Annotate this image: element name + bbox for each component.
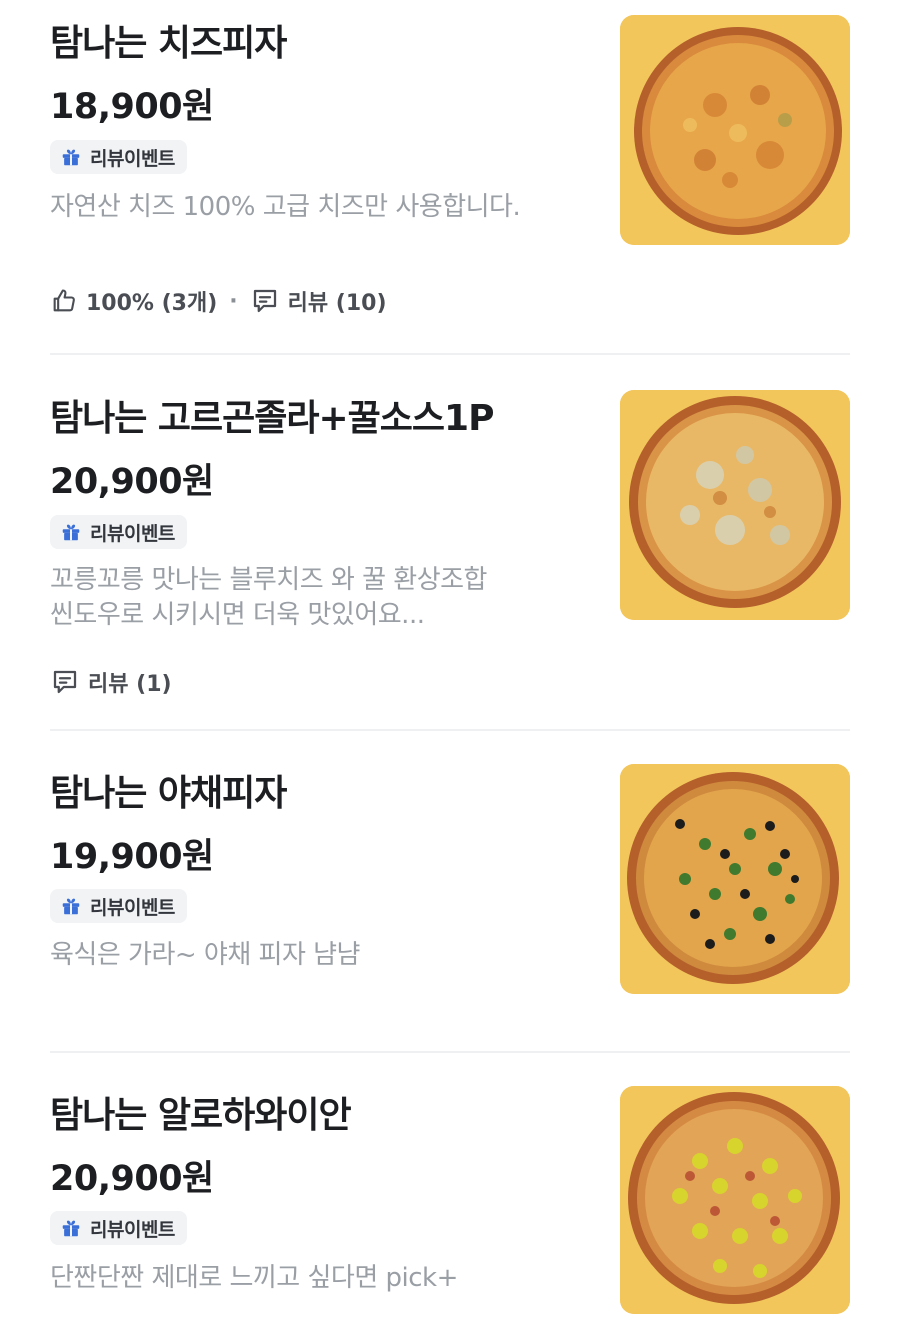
menu-item-meta: 리뷰 (1) [50,664,172,700]
comment-icon [53,670,77,694]
rating-text: 100% (3개) [86,291,218,316]
menu-item-name: 탐나는 알로하와이안 [50,1095,352,1136]
comment-icon [253,289,276,313]
menu-item-vegetable-pizza[interactable]: 탐나는 야채피자 19,900원 리뷰이벤트 육식은 가라~ 야채 피자 냠냠 [0,731,900,1051]
menu-item-description: 육식은 가라~ 야채 피자 냠냠 [50,938,590,973]
review-event-badge: 리뷰이벤트 [50,140,187,174]
gift-icon [62,149,80,166]
menu-item-cheese-pizza[interactable]: 탐나는 치즈피자 18,900원 리뷰이벤트 자연산 치즈 100% 고급 치즈… [0,0,900,354]
menu-item-thumbnail [620,1086,850,1314]
menu-item-hawaiian-pizza[interactable]: 탐나는 알로하와이안 20,900원 리뷰이벤트 단짠단짠 제대로 느끼고 싶다… [0,1053,900,1331]
review-event-badge: 리뷰이벤트 [50,1211,187,1245]
review-text: 리뷰 (10) [287,291,387,316]
description-line: 단짠단짠 제대로 느끼고 싶다면 pick+ [50,1263,458,1293]
meta-separator: · [229,288,238,314]
menu-item-description: 꼬릉꼬릉 맛나는 블루치즈 와 꿀 환상조합 씬도우로 시키시면 더욱 맛있어요… [50,563,590,633]
menu-item-thumbnail [620,390,850,620]
pizza-image [620,764,850,994]
badge-label: 리뷰이벤트 [90,522,175,545]
gift-icon [62,524,80,541]
pizza-image [620,1086,850,1314]
menu-item-thumbnail [620,764,850,994]
menu-item-price: 18,900원 [50,87,214,127]
gift-icon [62,1220,80,1237]
menu-item-price: 19,900원 [50,837,214,877]
menu-item-gorgonzola-pizza[interactable]: 탐나는 고르곤졸라+꿀소스1P 20,900원 리뷰이벤트 꼬릉꼬릉 맛나는 블… [0,355,900,729]
description-line: 꼬릉꼬릉 맛나는 블루치즈 와 꿀 환상조합 [50,565,487,595]
menu-list: 탐나는 치즈피자 18,900원 리뷰이벤트 자연산 치즈 100% 고급 치즈… [0,0,900,1331]
review-event-badge: 리뷰이벤트 [50,889,187,923]
review-stat: 리뷰 (10) [250,285,387,317]
description-line: 육식은 가라~ 야채 피자 냠냠 [50,940,360,970]
description-line: 씬도우로 시키시면 더욱 맛있어요... [50,600,425,630]
review-stat: 리뷰 (1) [50,666,172,698]
badge-label: 리뷰이벤트 [90,1218,175,1241]
rating-stat: 100% (3개) [50,285,217,317]
menu-item-name: 탐나는 고르곤졸라+꿀소스1P [50,398,494,439]
badge-label: 리뷰이벤트 [90,896,175,919]
thumbs-up-icon [53,289,75,312]
menu-item-meta: 100% (3개) · 리뷰 (10) [50,283,387,319]
menu-item-price: 20,900원 [50,1159,214,1199]
pizza-image [620,15,850,245]
description-line: 자연산 치즈 100% 고급 치즈만 사용합니다. [50,192,521,222]
menu-item-thumbnail [620,15,850,245]
menu-item-name: 탐나는 야채피자 [50,773,287,814]
menu-item-price: 20,900원 [50,462,214,502]
badge-label: 리뷰이벤트 [90,147,175,170]
review-event-badge: 리뷰이벤트 [50,515,187,549]
pizza-image [620,390,850,620]
menu-item-name: 탐나는 치즈피자 [50,23,287,64]
menu-item-description: 자연산 치즈 100% 고급 치즈만 사용합니다. [50,190,590,225]
gift-icon [62,898,80,915]
menu-item-description: 단짠단짠 제대로 느끼고 싶다면 pick+ [50,1261,590,1296]
review-text: 리뷰 (1) [88,672,172,697]
